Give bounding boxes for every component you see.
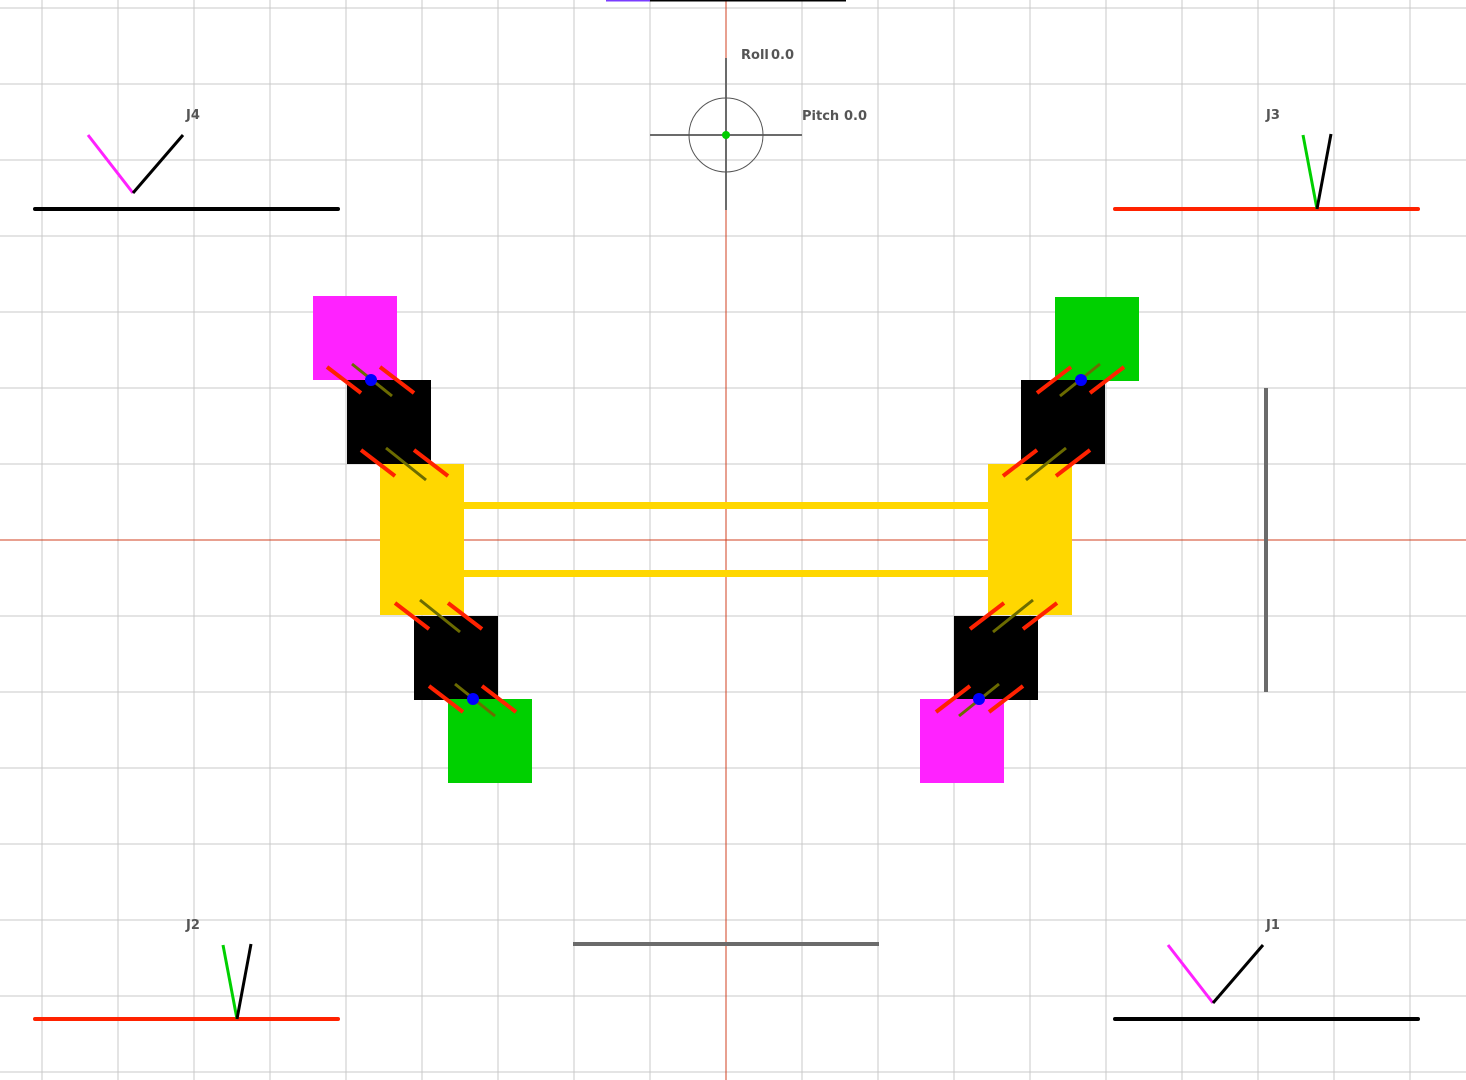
body-rail-bottom xyxy=(462,570,990,577)
femur-segment xyxy=(86,134,135,194)
leg-label: J1 xyxy=(1265,918,1280,933)
femur-segment xyxy=(221,944,239,1020)
pitch-value: 0.0 xyxy=(844,109,867,124)
pitch-label: Pitch xyxy=(802,109,839,124)
tibia-segment xyxy=(1315,133,1333,210)
body-block-right xyxy=(988,464,1072,615)
center-axes xyxy=(0,0,1466,1080)
tibia-segment xyxy=(1211,944,1265,1004)
leg-view-j1: J1 xyxy=(1113,918,1420,1021)
femur-segment xyxy=(1166,944,1215,1004)
leg-label: J3 xyxy=(1265,108,1280,123)
leg-view-j4: J4 xyxy=(33,108,340,211)
robot-view-canvas[interactable]: Roll 0.0 Pitch 0.0 J4 J3 J2 J1 xyxy=(0,0,1466,1080)
joint-dot xyxy=(973,693,985,705)
attitude-indicator: Roll 0.0 Pitch 0.0 xyxy=(650,48,867,210)
level-dot xyxy=(722,131,730,139)
leg-view-j2: J2 xyxy=(33,918,340,1021)
roll-value: 0.0 xyxy=(771,48,794,63)
body-block-left xyxy=(380,464,464,615)
joint-dot xyxy=(467,693,479,705)
femur-segment xyxy=(1301,134,1319,210)
tibia-segment xyxy=(235,943,253,1020)
joint-dot xyxy=(365,374,377,386)
leg-label: J4 xyxy=(185,108,200,123)
leg-label: J2 xyxy=(185,918,200,933)
leg-view-j3: J3 xyxy=(1113,108,1420,211)
tibia-segment xyxy=(131,134,185,194)
body-rail-top xyxy=(462,502,990,509)
roll-label: Roll xyxy=(741,48,769,63)
joint-dot xyxy=(1075,374,1087,386)
